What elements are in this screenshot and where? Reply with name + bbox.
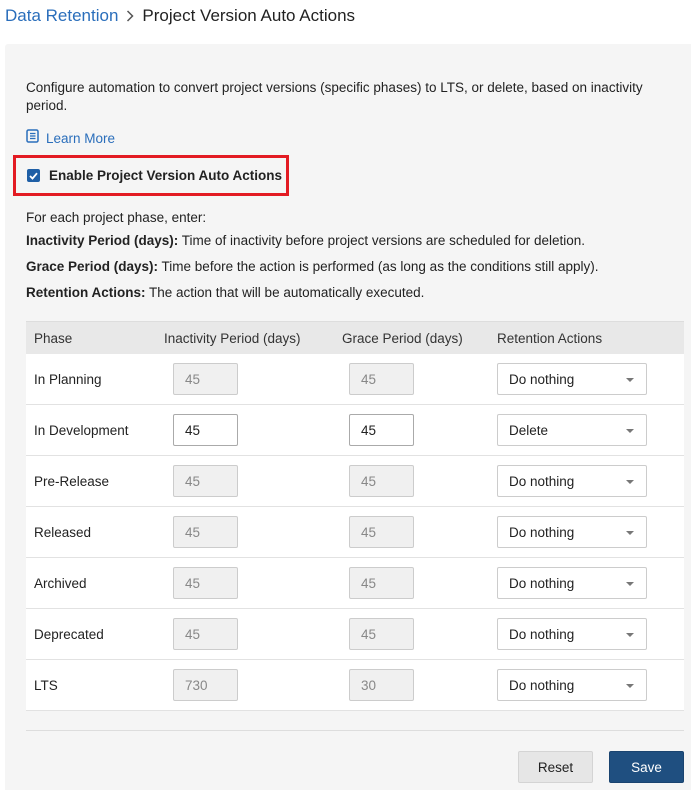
caret-down-icon xyxy=(626,531,634,535)
retention-action-select[interactable]: Do nothing xyxy=(497,618,647,650)
enable-auto-actions-label[interactable]: Enable Project Version Auto Actions xyxy=(49,168,282,183)
learn-more-label: Learn More xyxy=(46,130,116,146)
instruction-term: Retention Actions: xyxy=(26,285,146,300)
phase-label: In Development xyxy=(34,422,129,438)
phase-label: LTS xyxy=(34,677,58,693)
grace-input: 45 xyxy=(349,363,414,395)
grace-input: 45 xyxy=(349,567,414,599)
inactivity-input: 45 xyxy=(173,465,238,497)
instruction-retention: Retention Actions: The action that will … xyxy=(26,285,424,300)
caret-down-icon xyxy=(626,582,634,586)
phase-label: Deprecated xyxy=(34,626,104,642)
breadcrumb-link-data-retention[interactable]: Data Retention xyxy=(5,6,118,26)
retention-action-select[interactable]: Do nothing xyxy=(497,567,647,599)
reset-button[interactable]: Reset xyxy=(518,751,593,783)
book-icon xyxy=(26,128,39,148)
grace-input: 45 xyxy=(349,516,414,548)
header-inactivity: Inactivity Period (days) xyxy=(164,330,301,346)
retention-action-select[interactable]: Do nothing xyxy=(497,516,647,548)
grace-input: 45 xyxy=(349,465,414,497)
enable-auto-actions-checkbox[interactable] xyxy=(27,169,40,182)
retention-action-select[interactable]: Do nothing xyxy=(497,465,647,497)
table-row: Released 45 45 Do nothing xyxy=(26,507,684,558)
select-value: Delete xyxy=(509,422,549,438)
inactivity-input: 730 xyxy=(173,669,238,701)
footer-divider xyxy=(26,730,684,731)
page: Data Retention Project Version Auto Acti… xyxy=(0,0,691,790)
caret-down-icon xyxy=(626,429,634,433)
table-row: LTS 730 30 Do nothing xyxy=(26,660,684,711)
inactivity-input: 45 xyxy=(173,516,238,548)
grace-input: 30 xyxy=(349,669,414,701)
inactivity-input[interactable]: 45 xyxy=(173,414,238,446)
description-text: Configure automation to convert project … xyxy=(26,80,643,113)
retention-action-select[interactable]: Do nothing xyxy=(497,669,647,701)
settings-panel: Configure automation to convert project … xyxy=(5,44,691,790)
phase-label: Archived xyxy=(34,575,87,591)
retention-table: Phase Inactivity Period (days) Grace Per… xyxy=(26,321,684,711)
inactivity-input: 45 xyxy=(173,618,238,650)
select-value: Do nothing xyxy=(509,677,575,693)
table-row: In Planning 45 45 Do nothing xyxy=(26,354,684,405)
chevron-right-icon xyxy=(118,10,142,22)
caret-down-icon xyxy=(626,684,634,688)
select-value: Do nothing xyxy=(509,524,575,540)
table-row: Deprecated 45 45 Do nothing xyxy=(26,609,684,660)
table-header: Phase Inactivity Period (days) Grace Per… xyxy=(26,321,684,354)
phase-label: In Planning xyxy=(34,371,102,387)
enable-auto-actions-highlight: Enable Project Version Auto Actions xyxy=(13,155,289,196)
table-row: Pre-Release 45 45 Do nothing xyxy=(26,456,684,507)
instruction-text: The action that will be automatically ex… xyxy=(145,285,425,300)
select-value: Do nothing xyxy=(509,473,575,489)
instructions-intro: For each project phase, enter: xyxy=(26,210,207,225)
caret-down-icon xyxy=(626,633,634,637)
header-phase: Phase xyxy=(34,330,73,346)
page-title: Project Version Auto Actions xyxy=(142,6,356,25)
table-row: Archived 45 45 Do nothing xyxy=(26,558,684,609)
caret-down-icon xyxy=(626,378,634,382)
retention-action-select[interactable]: Do nothing xyxy=(497,363,647,395)
select-value: Do nothing xyxy=(509,371,575,387)
instruction-grace: Grace Period (days): Time before the act… xyxy=(26,259,599,274)
instruction-term: Grace Period (days): xyxy=(26,259,159,274)
header-grace: Grace Period (days) xyxy=(342,330,463,346)
retention-action-select[interactable]: Delete xyxy=(497,414,647,446)
phase-label: Pre-Release xyxy=(34,473,110,489)
instruction-inactivity: Inactivity Period (days): Time of inacti… xyxy=(26,233,585,248)
inactivity-input: 45 xyxy=(173,567,238,599)
table-row: In Development 45 45 Delete xyxy=(26,405,684,456)
instruction-term: Inactivity Period (days): xyxy=(26,233,179,248)
learn-more-link[interactable]: Learn More xyxy=(26,128,116,148)
phase-label: Released xyxy=(34,524,92,540)
breadcrumb: Data Retention Project Version Auto Acti… xyxy=(5,4,355,28)
caret-down-icon xyxy=(626,480,634,484)
grace-input[interactable]: 45 xyxy=(349,414,414,446)
instruction-text: Time of inactivity before project versio… xyxy=(178,233,586,248)
instruction-text: Time before the action is performed (as … xyxy=(158,259,599,274)
grace-input: 45 xyxy=(349,618,414,650)
save-button[interactable]: Save xyxy=(609,751,684,783)
header-retention-actions: Retention Actions xyxy=(497,330,603,346)
select-value: Do nothing xyxy=(509,575,575,591)
select-value: Do nothing xyxy=(509,626,575,642)
inactivity-input: 45 xyxy=(173,363,238,395)
